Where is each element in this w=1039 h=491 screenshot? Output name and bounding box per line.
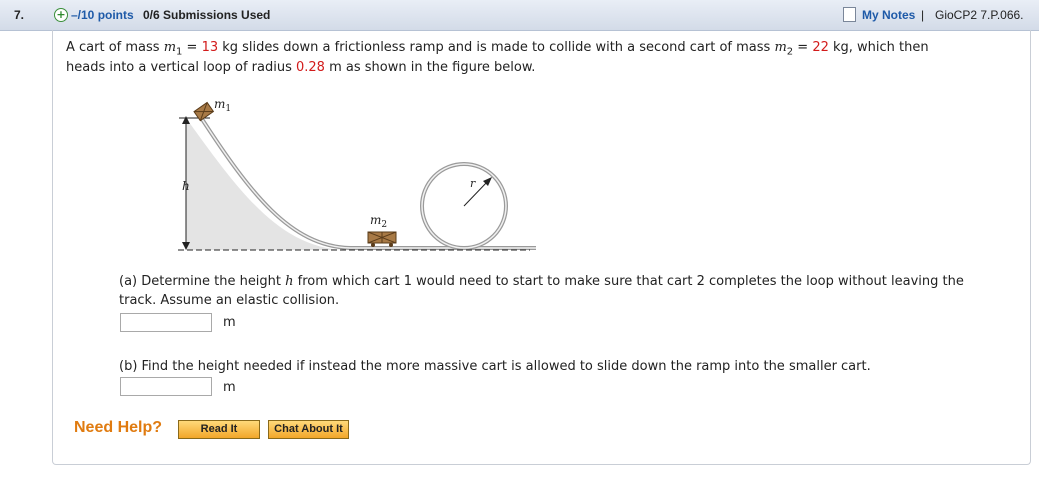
part-a-line-2: track. Assume an elastic collision. xyxy=(119,293,340,308)
part-a-unit: m xyxy=(223,315,236,330)
problem-line-2: heads into a vertical loop of radius 0.2… xyxy=(66,60,536,75)
problem-line-1: A cart of mass m1 = 13 kg slides down a … xyxy=(66,40,929,58)
cart-2 xyxy=(367,231,397,247)
m1-variable: m xyxy=(163,40,177,55)
header-separator: | xyxy=(921,8,925,22)
question-header: 7. + –/10 points 0/6 Submissions Used My… xyxy=(0,0,1039,31)
m2-variable: m xyxy=(774,40,787,55)
m2-value: 22 xyxy=(812,40,829,55)
m1-label: m1 xyxy=(214,97,231,114)
h-variable: h xyxy=(285,274,294,289)
question-id: GioCP2 7.P.066. xyxy=(935,8,1024,22)
h-label: h xyxy=(182,179,190,193)
chat-about-it-button[interactable]: Chat About It xyxy=(268,420,349,439)
part-a-line-1: (a) Determine the height h from which ca… xyxy=(119,274,964,289)
question-number: 7. xyxy=(14,8,25,22)
part-b-text: (b) Find the height needed if instead th… xyxy=(119,359,871,374)
part-b-answer-input[interactable] xyxy=(120,377,212,396)
part-b-unit: m xyxy=(223,380,236,395)
ramp-fill xyxy=(186,118,345,250)
height-arrow-top xyxy=(182,116,190,124)
ramp-loop-figure: r h m1 m2 xyxy=(178,97,536,251)
m2-label: m2 xyxy=(370,213,387,230)
my-notes-link[interactable]: My Notes xyxy=(862,8,915,22)
m1-value: 13 xyxy=(201,40,219,55)
points-label[interactable]: –/10 points xyxy=(71,8,134,22)
read-it-button[interactable]: Read It xyxy=(178,420,260,439)
part-a-answer-input[interactable] xyxy=(120,313,212,332)
radius-arrow xyxy=(463,180,489,207)
radius-label: r xyxy=(470,177,476,190)
expand-plus-icon[interactable]: + xyxy=(54,8,68,22)
notes-page-icon[interactable] xyxy=(843,7,856,22)
need-help-label: Need Help? xyxy=(74,419,163,436)
submissions-used: 0/6 Submissions Used xyxy=(143,8,271,22)
radius-value: 0.28 xyxy=(295,60,325,75)
